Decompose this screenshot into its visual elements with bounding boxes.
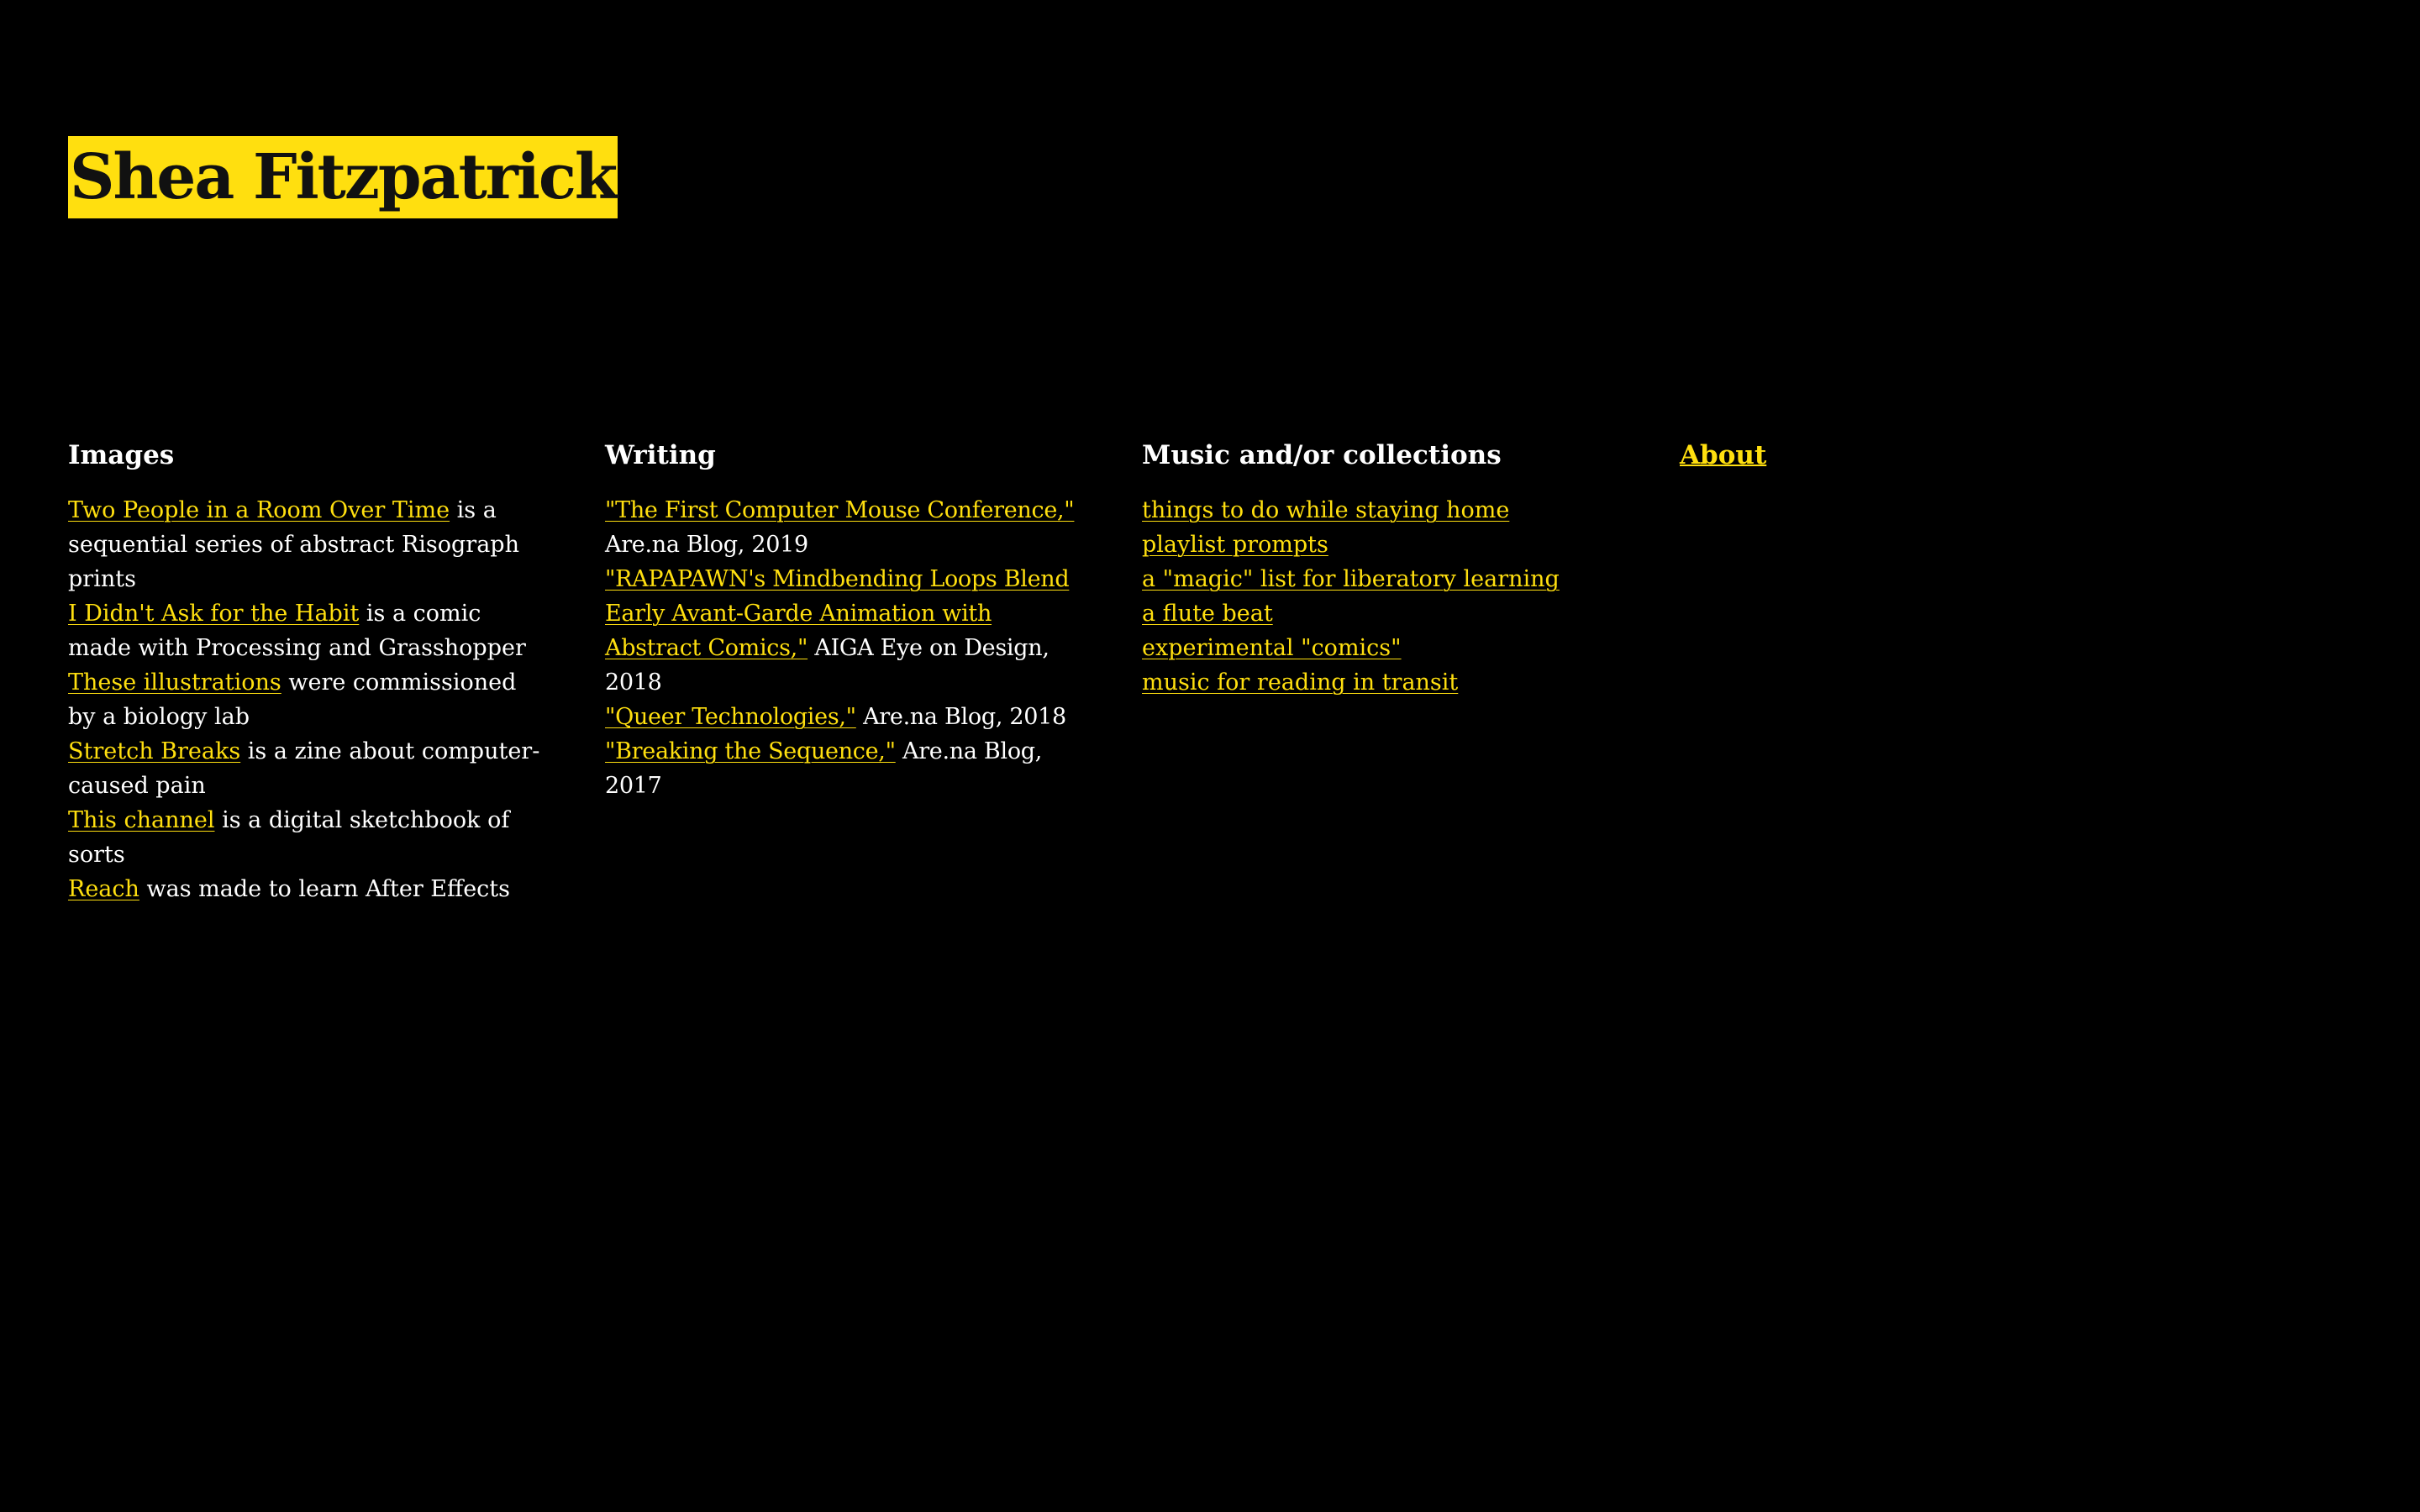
music-column: Music and/or collections things to do wh… (1142, 430, 1621, 700)
experimental-comics-link[interactable]: experimental "comics" (1142, 635, 1402, 661)
two-people-link[interactable]: Two People in a Room Over Time (68, 497, 450, 523)
mouse-conference-link[interactable]: "The First Computer Mouse Conference," (605, 497, 1075, 523)
list-item: These illustrations were commissioned by… (68, 665, 547, 734)
list-item: "The First Computer Mouse Conference," A… (605, 493, 1084, 562)
breaking-sequence-link[interactable]: "Breaking the Sequence," (605, 738, 896, 764)
list-item: Two People in a Room Over Time is a sequ… (68, 493, 547, 596)
list-item: "Breaking the Sequence," Are.na Blog, 20… (605, 734, 1084, 803)
magic-list-link[interactable]: a "magic" list for liberatory learning (1142, 566, 1560, 592)
stretch-breaks-link[interactable]: Stretch Breaks (68, 738, 240, 764)
about-link[interactable]: About (1680, 440, 1766, 470)
list-item: experimental "comics" (1142, 631, 1621, 665)
music-heading: Music and/or collections (1142, 440, 1502, 470)
about-column: About (1680, 430, 1932, 480)
reading-in-transit-link[interactable]: music for reading in transit (1142, 669, 1458, 696)
entry-source: Are.na Blog, 2019 (605, 532, 808, 558)
playlist-prompts-link[interactable]: playlist prompts (1142, 532, 1328, 558)
this-channel-link[interactable]: This channel (68, 807, 214, 833)
list-item: "Queer Technologies," Are.na Blog, 2018 (605, 700, 1084, 734)
list-item: Reach was made to learn After Effects (68, 872, 547, 906)
list-item: Stretch Breaks is a zine about computer-… (68, 734, 547, 803)
writing-column: Writing "The First Computer Mouse Confer… (605, 430, 1084, 803)
list-item: a flute beat (1142, 596, 1621, 631)
writing-list: "The First Computer Mouse Conference," A… (605, 493, 1084, 803)
about-heading: About (1680, 430, 1932, 480)
reach-link[interactable]: Reach (68, 876, 139, 902)
staying-home-link[interactable]: things to do while staying home (1142, 497, 1509, 523)
list-item: a "magic" list for liberatory learning (1142, 562, 1621, 596)
entry-source: Are.na Blog, 2018 (855, 704, 1066, 730)
images-heading: Images (68, 440, 175, 470)
list-item: music for reading in transit (1142, 665, 1621, 700)
images-list: Two People in a Room Over Time is a sequ… (68, 493, 547, 906)
habit-comic-link[interactable]: I Didn't Ask for the Habit (68, 601, 359, 627)
writing-heading: Writing (605, 440, 716, 470)
list-item: This channel is a digital sketchbook of … (68, 803, 547, 872)
queer-technologies-link[interactable]: "Queer Technologies," (605, 704, 856, 730)
illustrations-link[interactable]: These illustrations (68, 669, 281, 696)
list-item: playlist prompts (1142, 528, 1621, 562)
list-item: I Didn't Ask for the Habit is a comic ma… (68, 596, 547, 665)
music-list: things to do while staying home playlist… (1142, 493, 1621, 700)
site-title: Shea Fitzpatrick (68, 136, 618, 218)
entry-description: was made to learn After Effects (139, 876, 511, 902)
images-column: Images Two People in a Room Over Time is… (68, 430, 547, 906)
flute-beat-link[interactable]: a flute beat (1142, 601, 1273, 627)
list-item: things to do while staying home (1142, 493, 1621, 528)
list-item: "RAPAPAWN's Mindbending Loops Blend Earl… (605, 562, 1084, 700)
